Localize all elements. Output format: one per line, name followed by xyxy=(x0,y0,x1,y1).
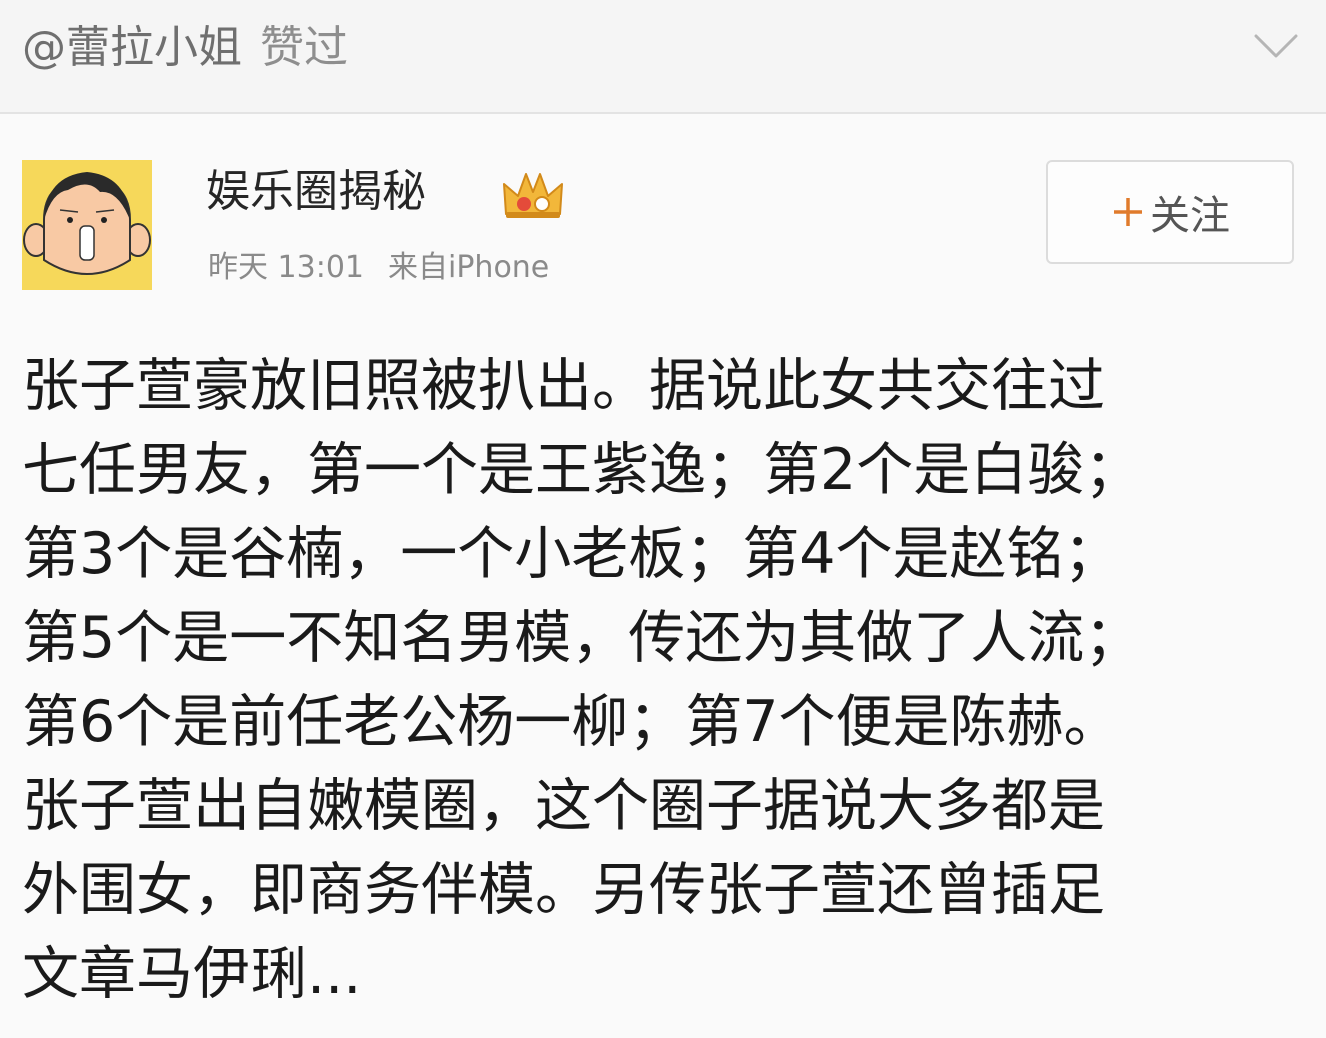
post-time[interactable]: 昨天 13:01 xyxy=(208,250,364,285)
post-body-line: 张子萱出自嫩模圈，这个圈子据说大多都是 xyxy=(22,773,1105,839)
post-body-line: 第3个是谷楠，一个小老板；第4个是赵铭； xyxy=(22,521,1121,587)
follow-button[interactable]: 关注 xyxy=(1046,160,1294,264)
crown-icon xyxy=(503,173,563,218)
author-name[interactable]: 娱乐圈揭秘 xyxy=(206,162,426,222)
post-body-line: 张子萱豪放旧照被扒出。据说此女共交往过 xyxy=(22,353,1105,419)
liked-action-label: 赞过 xyxy=(260,22,348,73)
post-body-line: 第5个是一不知名男模，传还为其做了人流； xyxy=(22,605,1142,671)
liked-by-header: @蕾拉小姐 赞过 xyxy=(0,0,1326,112)
post-body-line: 外围女，即商务伴模。另传张子萱还曾插足 xyxy=(22,857,1105,923)
liked-by-user[interactable]: @蕾拉小姐 xyxy=(22,22,242,73)
plus-icon xyxy=(1114,198,1142,226)
post-meta: 昨天 13:01 来自iPhone xyxy=(208,248,549,288)
post-body-line: 第6个是前任老公杨一柳；第7个便是陈赫。 xyxy=(22,689,1121,755)
post-source: 来自iPhone xyxy=(388,250,550,285)
chevron-down-icon[interactable] xyxy=(1250,26,1302,66)
author-avatar[interactable] xyxy=(22,160,152,290)
liked-by-text: @蕾拉小姐 赞过 xyxy=(22,18,348,78)
post-body: 张子萱豪放旧照被扒出。据说此女共交往过 七任男友，第一个是王紫逸；第2个是白骏；… xyxy=(22,344,1312,1016)
follow-label: 关注 xyxy=(1150,193,1230,239)
post-body-line: 文章马伊琍... xyxy=(22,941,362,1007)
post-body-line: 七任男友，第一个是王紫逸；第2个是白骏； xyxy=(22,437,1142,503)
